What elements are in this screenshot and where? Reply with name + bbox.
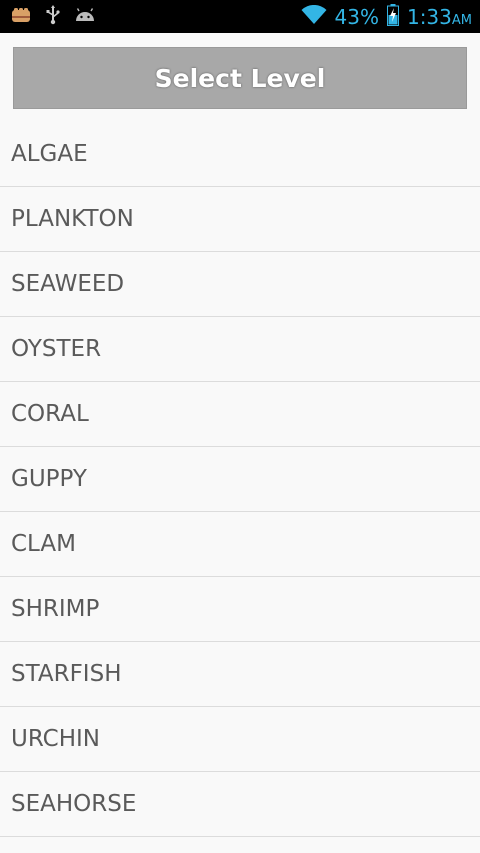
level-item-plankton[interactable]: PLANKTON — [0, 187, 480, 252]
wifi-icon — [301, 4, 327, 29]
level-item-clam[interactable]: CLAM — [0, 512, 480, 577]
level-item-starfish[interactable]: STARFISH — [0, 642, 480, 707]
level-item-guppy[interactable]: GUPPY — [0, 447, 480, 512]
android-icon — [74, 7, 96, 27]
select-level-button[interactable]: Select Level — [13, 47, 467, 109]
clock: 1:33AM — [407, 5, 472, 29]
battery-icon — [386, 3, 399, 30]
battery-percent: 43% — [334, 4, 379, 29]
status-bar-right: 43% 1:33AM — [301, 3, 472, 30]
level-item-algae[interactable]: ALGAE — [0, 122, 480, 187]
level-item-seaweed[interactable]: SEAWEED — [0, 252, 480, 317]
level-item-urchin[interactable]: URCHIN — [0, 707, 480, 772]
level-item-shrimp[interactable]: SHRIMP — [0, 577, 480, 642]
fist-icon — [10, 6, 32, 28]
level-item-oyster[interactable]: OYSTER — [0, 317, 480, 382]
level-list: ALGAE PLANKTON SEAWEED OYSTER CORAL GUPP… — [0, 122, 480, 837]
status-bar: 43% 1:33AM — [0, 0, 480, 33]
usb-icon — [46, 4, 60, 29]
clock-ampm: AM — [451, 12, 472, 28]
level-item-seahorse[interactable]: SEAHORSE — [0, 772, 480, 837]
clock-time: 1:33 — [406, 4, 452, 29]
status-bar-left — [10, 4, 96, 29]
level-item-coral[interactable]: CORAL — [0, 382, 480, 447]
